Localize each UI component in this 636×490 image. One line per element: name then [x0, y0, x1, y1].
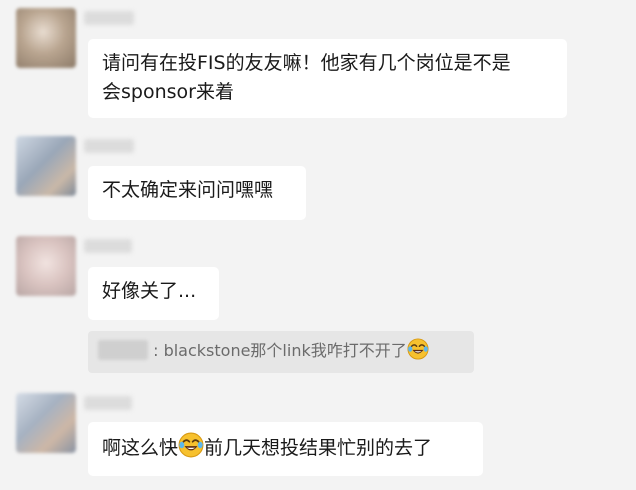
- sender-name-blurred: [84, 139, 134, 153]
- avatar[interactable]: [16, 393, 76, 453]
- message-text: 不太确定来问问嘿嘿: [102, 179, 274, 201]
- message-text: 请问有在投FIS的友友嘛！他家有几个岗位是不是: [102, 52, 511, 74]
- message-text: 会sponsor来着: [102, 81, 234, 103]
- laughing-tears-icon: [407, 335, 429, 375]
- quoted-text: blackstone那个link我咋打不开了: [163, 341, 407, 360]
- quoted-sender-name-blurred: [98, 340, 148, 360]
- avatar[interactable]: [16, 236, 76, 296]
- avatar[interactable]: [16, 8, 76, 68]
- message-bubble[interactable]: 好像关了...: [88, 267, 219, 320]
- message-text: 好像关了...: [102, 280, 197, 302]
- message-bubble[interactable]: 不太确定来问问嘿嘿: [88, 166, 306, 220]
- avatar[interactable]: [16, 136, 76, 196]
- quote-separator: :: [153, 341, 159, 360]
- sender-name-blurred: [84, 239, 132, 253]
- sender-name-blurred: [84, 11, 134, 25]
- message-text: 前几天想投结果忙别的去了: [204, 437, 433, 459]
- message-text: 啊这么快: [102, 437, 179, 459]
- laughing-tears-icon: [178, 432, 204, 467]
- quoted-reply[interactable]: : blackstone那个link我咋打不开了: [88, 331, 474, 373]
- message-bubble[interactable]: 请问有在投FIS的友友嘛！他家有几个岗位是不是 会sponsor来着: [88, 39, 567, 118]
- message-bubble[interactable]: 啊这么快 前几天想投结果忙别的去了: [88, 422, 483, 476]
- sender-name-blurred: [84, 396, 132, 410]
